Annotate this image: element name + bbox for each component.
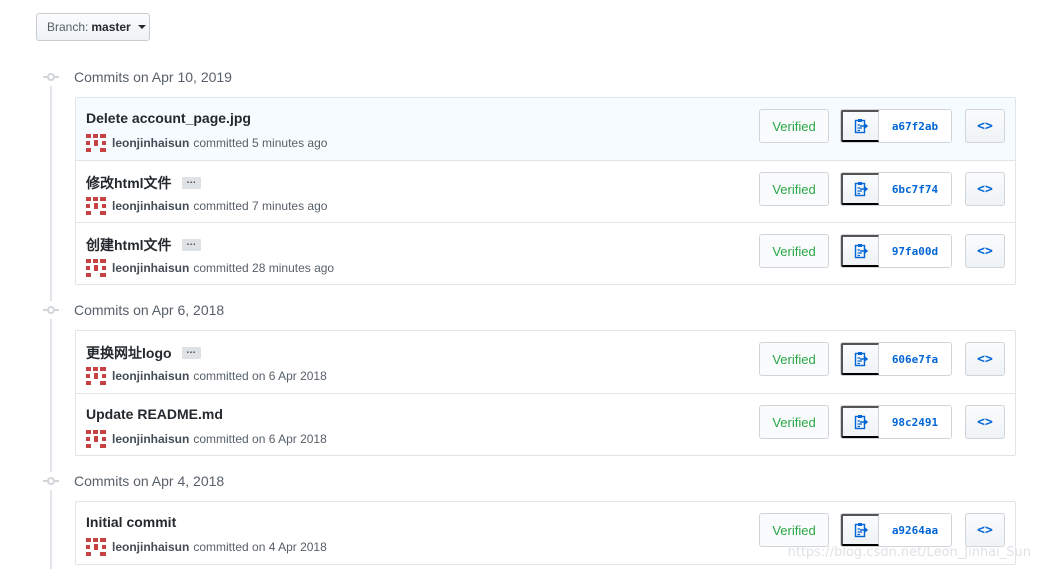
commit-message-link[interactable]: Update README.md — [86, 406, 223, 422]
avatar[interactable] — [86, 430, 106, 448]
commit-row: Update README.md leonjinhaisun committed o… — [76, 393, 1015, 455]
clipboard-icon — [854, 352, 868, 367]
author-link[interactable]: leonjinhaisun — [112, 432, 189, 446]
avatar[interactable] — [86, 134, 106, 152]
commit-sha-link[interactable]: 6bc7f74 — [879, 173, 951, 205]
watermark: https://blog.csdn.net/Leon_Jinhai_Sun — [787, 545, 1032, 560]
commit-list: 更换网址logo … leonjinhaisun committed on 6 Apr… — [75, 330, 1016, 456]
commit-action: committed on — [193, 369, 266, 383]
verified-badge[interactable]: Verified — [759, 172, 829, 206]
sha-button-group: 97fa00d — [840, 234, 952, 268]
sha-button-group: a9264aa — [840, 513, 952, 547]
code-icon: <> — [977, 118, 993, 134]
browse-files-button[interactable]: <> — [965, 109, 1005, 143]
commit-list: Delete account_page.jpg leonjinhaisun comm… — [75, 97, 1016, 285]
copy-sha-button[interactable] — [841, 514, 879, 546]
author-link[interactable]: leonjinhaisun — [112, 136, 189, 150]
commit-action: committed — [193, 261, 249, 275]
branch-label: Branch: — [47, 20, 89, 34]
avatar[interactable] — [86, 538, 106, 556]
commit-row: Delete account_page.jpg leonjinhaisun comm… — [76, 98, 1015, 160]
commit-sha-link[interactable]: a67f2ab — [879, 110, 951, 142]
copy-sha-button[interactable] — [841, 406, 879, 438]
commit-time: 28 minutes ago — [252, 261, 335, 275]
code-icon: <> — [977, 522, 993, 538]
author-link[interactable]: leonjinhaisun — [112, 199, 189, 213]
commit-time: 5 minutes ago — [252, 136, 328, 150]
browse-files-button[interactable]: <> — [965, 342, 1005, 376]
copy-sha-button[interactable] — [841, 235, 879, 267]
author-link[interactable]: leonjinhaisun — [112, 369, 189, 383]
browse-files-button[interactable]: <> — [965, 513, 1005, 547]
verified-badge[interactable]: Verified — [759, 234, 829, 268]
commit-group-title: Commits on Apr 4, 2018 — [74, 473, 225, 489]
timeline-node-icon — [42, 301, 60, 319]
expand-message-button[interactable]: … — [181, 238, 201, 251]
commit-row: 修改html文件 … leonjinhaisun committed 7 minute… — [76, 160, 1015, 222]
commit-sha-link[interactable]: 98c2491 — [879, 406, 951, 438]
commit-action: committed on — [193, 540, 266, 554]
timeline-line — [50, 72, 52, 569]
avatar[interactable] — [86, 197, 106, 215]
commit-group-header: Commits on Apr 10, 2019 — [42, 67, 232, 87]
copy-sha-button[interactable] — [841, 110, 879, 142]
commit-time: 6 Apr 2018 — [268, 369, 327, 383]
commit-time: 7 minutes ago — [252, 199, 328, 213]
commit-row: 创建html文件 … leonjinhaisun committed 28 minut… — [76, 222, 1015, 284]
sha-button-group: 6bc7f74 — [840, 172, 952, 206]
branch-value: master — [91, 20, 131, 34]
commit-sha-link[interactable]: 606e7fa — [879, 343, 951, 375]
commit-group-header: Commits on Apr 4, 2018 — [42, 471, 224, 491]
verified-badge[interactable]: Verified — [759, 342, 829, 376]
timeline-node-icon — [42, 472, 60, 490]
avatar[interactable] — [86, 259, 106, 277]
commit-action: committed — [193, 136, 249, 150]
clipboard-icon — [854, 119, 868, 134]
commit-action: committed on — [193, 432, 266, 446]
sha-button-group: 606e7fa — [840, 342, 952, 376]
commit-sha-link[interactable]: 97fa00d — [879, 235, 951, 267]
sha-button-group: 98c2491 — [840, 405, 952, 439]
clipboard-icon — [854, 523, 868, 538]
verified-badge[interactable]: Verified — [759, 109, 829, 143]
code-icon: <> — [977, 414, 993, 430]
timeline-node-icon — [42, 68, 60, 86]
commit-group-header: Commits on Apr 6, 2018 — [42, 300, 224, 320]
copy-sha-button[interactable] — [841, 173, 879, 205]
clipboard-icon — [854, 182, 868, 197]
sha-button-group: a67f2ab — [840, 109, 952, 143]
branch-select-button[interactable]: Branch: master — [36, 13, 150, 41]
browse-files-button[interactable]: <> — [965, 234, 1005, 268]
commit-message-link[interactable]: 修改html文件 — [86, 173, 172, 193]
verified-badge[interactable]: Verified — [759, 513, 829, 547]
copy-sha-button[interactable] — [841, 343, 879, 375]
commit-group-title: Commits on Apr 6, 2018 — [74, 302, 225, 318]
browse-files-button[interactable]: <> — [965, 172, 1005, 206]
commit-action: committed — [193, 199, 249, 213]
commit-message-link[interactable]: 创建html文件 — [86, 235, 172, 255]
avatar[interactable] — [86, 367, 106, 385]
code-icon: <> — [977, 351, 993, 367]
commit-time: 6 Apr 2018 — [268, 432, 327, 446]
commit-time: 4 Apr 2018 — [268, 540, 327, 554]
author-link[interactable]: leonjinhaisun — [112, 261, 189, 275]
verified-badge[interactable]: Verified — [759, 405, 829, 439]
commit-sha-link[interactable]: a9264aa — [879, 514, 951, 546]
expand-message-button[interactable]: … — [181, 346, 201, 359]
commit-group-title: Commits on Apr 10, 2019 — [74, 69, 232, 85]
code-icon: <> — [977, 243, 993, 259]
commit-message-link[interactable]: Delete account_page.jpg — [86, 110, 251, 126]
caret-down-icon — [137, 25, 146, 29]
commit-row: 更换网址logo … leonjinhaisun committed on 6 Apr… — [76, 331, 1015, 393]
expand-message-button[interactable]: … — [181, 176, 201, 189]
author-link[interactable]: leonjinhaisun — [112, 540, 189, 554]
clipboard-icon — [854, 415, 868, 430]
commit-message-link[interactable]: Initial commit — [86, 514, 176, 530]
clipboard-icon — [854, 244, 868, 259]
code-icon: <> — [977, 181, 993, 197]
commit-message-link[interactable]: 更换网址logo — [86, 343, 172, 363]
browse-files-button[interactable]: <> — [965, 405, 1005, 439]
